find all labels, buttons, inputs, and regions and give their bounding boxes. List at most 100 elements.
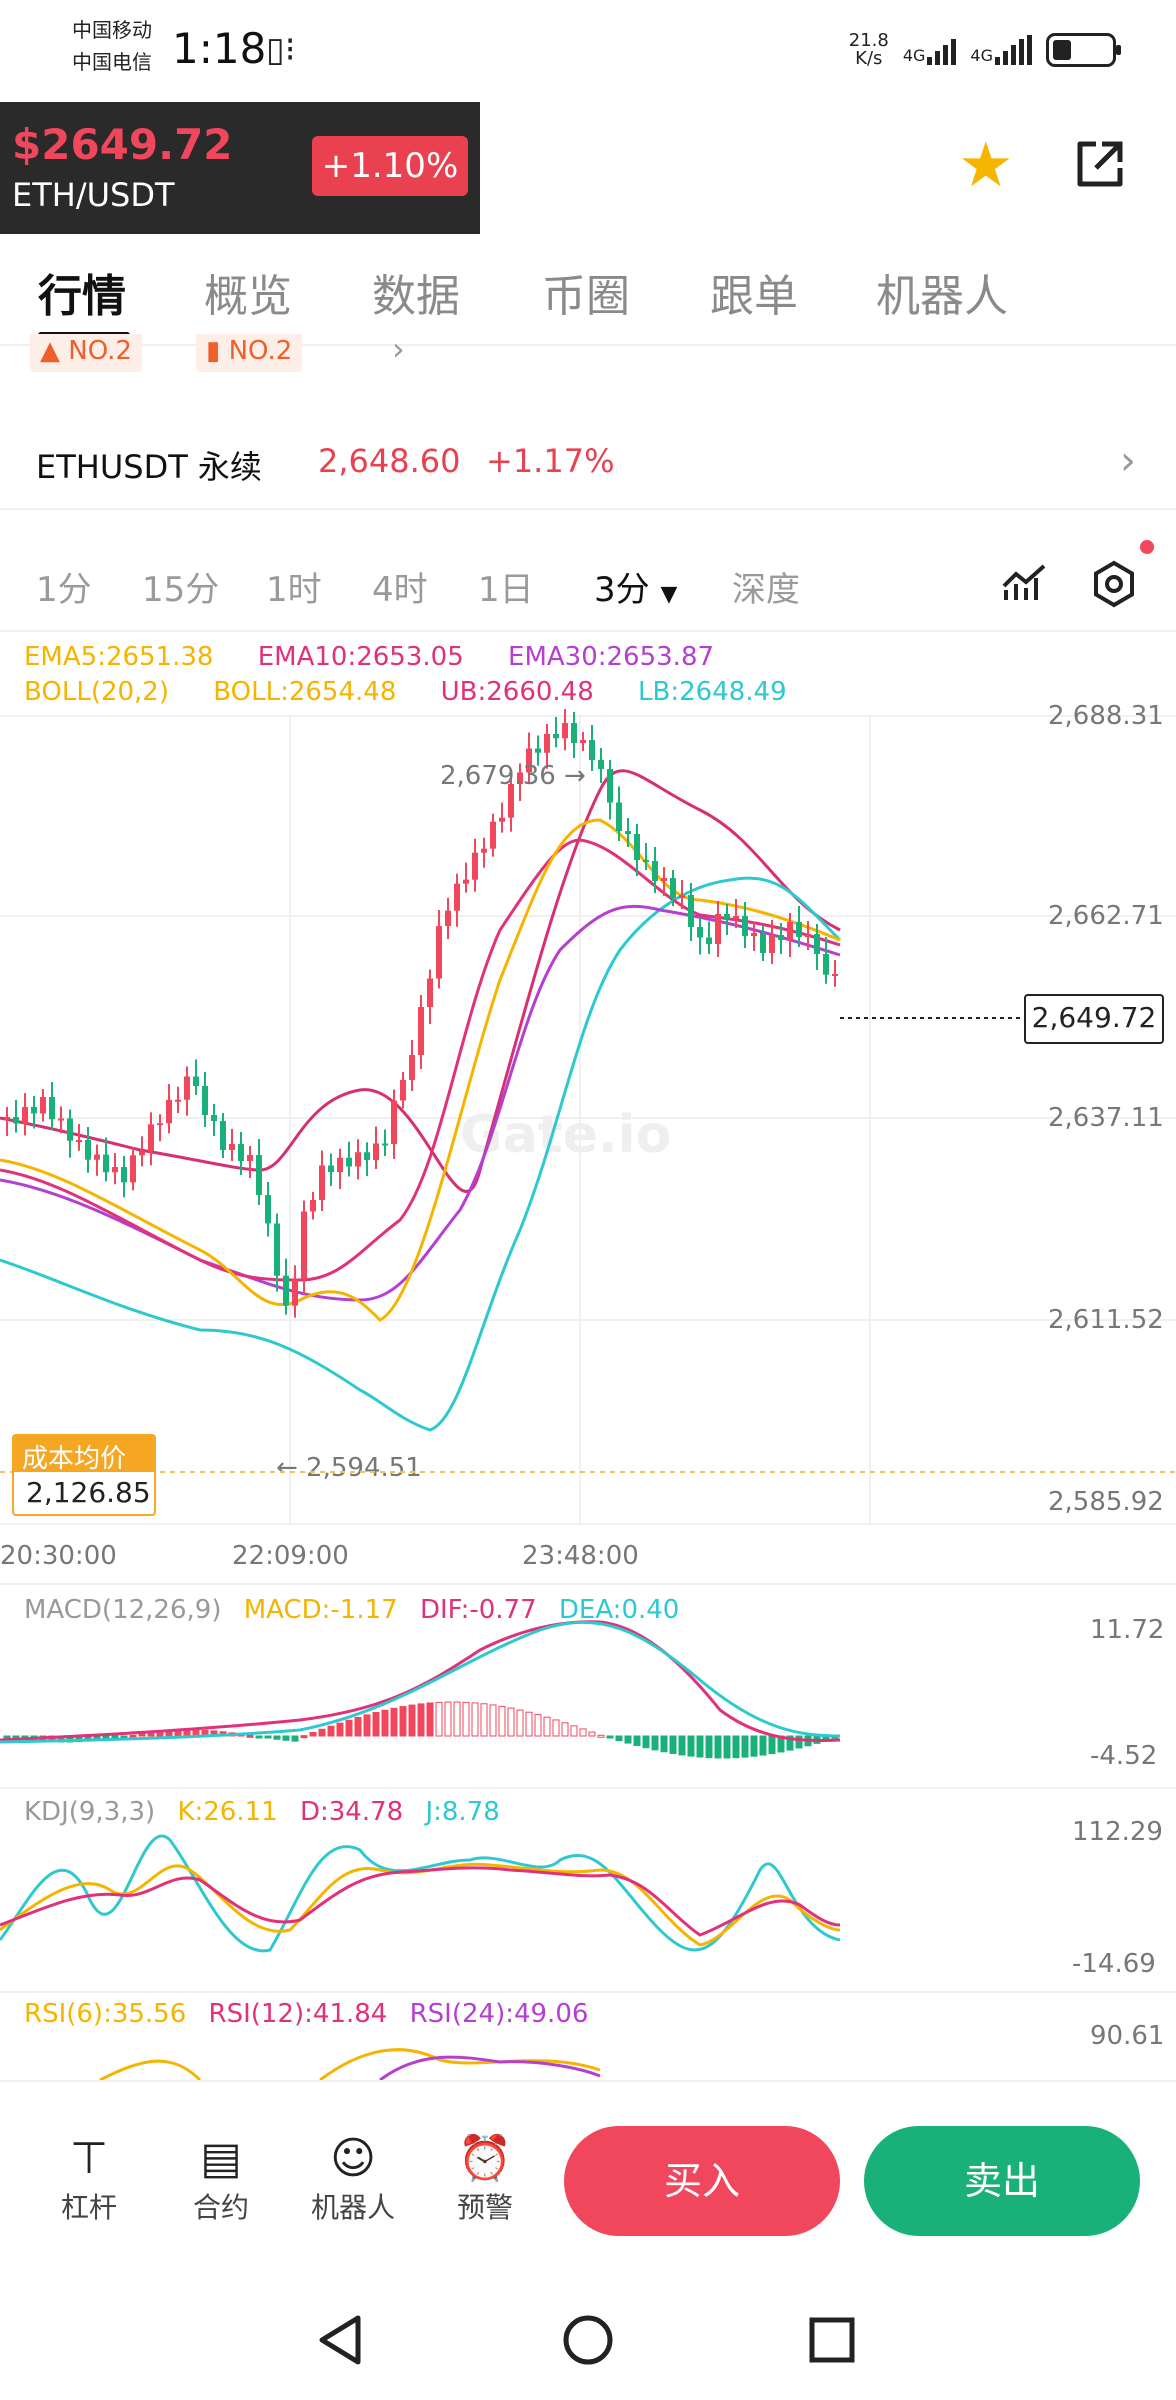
rank-chevron-icon[interactable]: ›: [392, 330, 405, 368]
tab-overview[interactable]: 概览: [204, 260, 292, 324]
last-price: $2649.72: [12, 120, 233, 169]
candle: [193, 1076, 199, 1086]
candle: [58, 1118, 64, 1121]
leverage-button[interactable]: ⊤ 杠杆: [34, 2132, 144, 2226]
tab-data[interactable]: 数据: [372, 260, 460, 324]
macd-bar: [723, 1735, 731, 1759]
alarm-icon: ⏰: [457, 2133, 513, 2184]
interval-3m[interactable]: 3分 ▼: [594, 562, 677, 611]
system-nav-bar: [319, 2315, 855, 2365]
contract-row[interactable]: ETHUSDT 永续 2,648.60 +1.17% ›: [0, 420, 1176, 500]
leverage-icon: ⊤: [69, 2133, 109, 2184]
interval-1h[interactable]: 1时: [266, 562, 322, 611]
candle: [184, 1076, 190, 1100]
candle: [832, 974, 838, 976]
macd-bar: [624, 1735, 632, 1744]
macd-bar: [678, 1735, 686, 1756]
tab-community[interactable]: 币圈: [542, 260, 630, 324]
candle: [31, 1107, 37, 1114]
macd-bar: [507, 1707, 515, 1737]
macd-bar: [534, 1714, 542, 1737]
macd-bar: [489, 1704, 497, 1737]
macd-bar: [255, 1735, 263, 1739]
candle: [229, 1144, 235, 1150]
net-type-1: 4G: [902, 46, 926, 65]
interval-1m[interactable]: 1分: [36, 562, 92, 611]
macd-bar: [615, 1735, 623, 1742]
macd-bar: [381, 1709, 389, 1737]
macd-histogram: [3, 1701, 839, 1759]
kdj-y-bottom: -14.69: [1072, 1949, 1156, 1979]
candle: [265, 1195, 271, 1224]
macd-bar: [327, 1725, 335, 1737]
favorite-star-icon[interactable]: ★: [958, 130, 1014, 200]
candle: [661, 878, 667, 881]
notification-dot: [1140, 540, 1154, 554]
carrier-1: 中国移动: [72, 18, 152, 42]
tab-market[interactable]: 行情: [38, 260, 126, 324]
indicator-icon[interactable]: [1000, 560, 1048, 608]
kline-chart[interactable]: Gate.io 2,688.31 2,662.71 2,637.11 2,611…: [0, 700, 1176, 2080]
bottom-bar: ⊤ 杠杆 ▤ 合约 ☺ 机器人 ⏰ 预警 买入 卖出: [0, 2080, 1176, 2280]
cost-value: 2,126.85: [14, 1472, 154, 1514]
macd-bar: [264, 1735, 272, 1739]
interval-depth[interactable]: 深度: [732, 562, 800, 611]
price-overlay: $2649.72 ETH/USDT +1.10%: [0, 102, 480, 234]
macd-bar: [696, 1735, 704, 1758]
candle: [481, 848, 487, 853]
y-tick-3: 2,637.11: [1048, 1103, 1164, 1133]
interval-1d[interactable]: 1日: [478, 562, 534, 611]
bot-button[interactable]: ☺ 机器人: [298, 2132, 408, 2226]
settings-icon[interactable]: [1090, 560, 1138, 608]
interval-4h[interactable]: 4时: [372, 562, 428, 611]
alert-label: 预警: [456, 2191, 513, 2224]
share-icon[interactable]: [1072, 136, 1128, 192]
candle: [103, 1154, 109, 1173]
candle: [418, 1007, 424, 1055]
candle: [724, 914, 730, 919]
tab-bot[interactable]: 机器人: [876, 260, 1008, 324]
dif-value: DIF:-0.77: [420, 1595, 537, 1625]
net-speed: 21.8 K/s: [849, 32, 889, 68]
candle: [679, 895, 685, 898]
macd-bar: [741, 1735, 749, 1758]
rank-2: NO.2: [228, 336, 293, 366]
contract-change: +1.17%: [486, 442, 615, 480]
interval-15m[interactable]: 15分: [142, 562, 219, 611]
rank-chip-hot[interactable]: ▲ NO.2: [30, 334, 142, 372]
x-tick-3: 23:48:00: [522, 1541, 639, 1571]
macd-bar: [417, 1703, 425, 1737]
divider: [0, 508, 1176, 510]
macd-bar: [111, 1735, 119, 1739]
ema5-line: [0, 818, 841, 1322]
candle: [157, 1123, 163, 1126]
cost-title: 成本均价: [14, 1436, 154, 1474]
nav-home-icon[interactable]: [563, 2315, 613, 2365]
sell-button[interactable]: 卖出: [864, 2126, 1140, 2236]
contract-button[interactable]: ▤ 合约: [166, 2132, 276, 2226]
macd-bar: [300, 1735, 308, 1739]
nav-back-icon[interactable]: [319, 2315, 361, 2365]
rank-chip-gain[interactable]: ▮ NO.2: [196, 334, 303, 372]
macd-value: MACD:-1.17: [244, 1595, 398, 1625]
nav-recent-icon[interactable]: [809, 2317, 855, 2363]
ema5-label: EMA5:2651.38: [24, 642, 214, 672]
candle: [787, 922, 793, 940]
cost-average-badge[interactable]: 成本均价 2,126.85: [12, 1434, 156, 1516]
candle: [202, 1086, 208, 1115]
divider: [0, 2080, 1176, 2082]
candle: [769, 935, 775, 953]
y-tick-1: 2,688.31: [1048, 701, 1164, 731]
candle: [94, 1154, 100, 1160]
macd-bar: [750, 1735, 758, 1757]
candle: [319, 1165, 325, 1200]
macd-bar: [561, 1722, 569, 1737]
buy-button[interactable]: 买入: [564, 2126, 840, 2236]
tab-copytrade[interactable]: 跟单: [710, 260, 798, 324]
candle: [166, 1100, 172, 1124]
interval-3m-label: 3分: [594, 570, 650, 610]
interval-bar: 1分 15分 1时 4时 1日 3分 ▼ 深度: [0, 540, 1176, 620]
alert-button[interactable]: ⏰ 预警: [430, 2132, 540, 2226]
y-tick-2: 2,662.71: [1048, 901, 1164, 931]
dea-value: DEA:0.40: [559, 1595, 679, 1625]
